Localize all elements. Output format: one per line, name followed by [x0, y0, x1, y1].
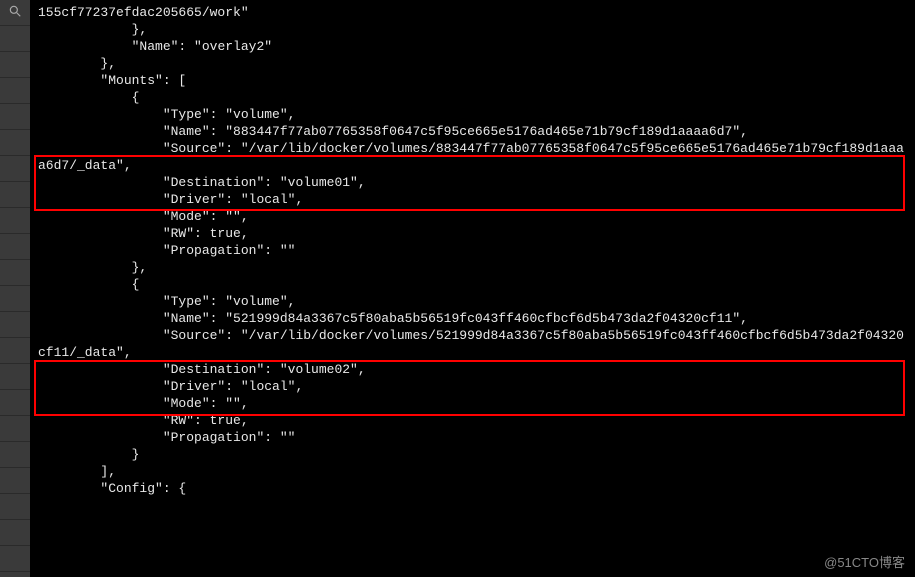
sidebar-slot-19[interactable] — [0, 494, 30, 520]
code-line: "Type": "volume", — [38, 294, 295, 309]
sidebar-slot-13[interactable] — [0, 338, 30, 364]
sidebar-slot-4[interactable] — [0, 104, 30, 130]
sidebar — [0, 0, 30, 577]
code-line: "Name": "overlay2" — [38, 39, 272, 54]
code-line: "Propagation": "" — [38, 430, 295, 445]
sidebar-slot-21[interactable] — [0, 546, 30, 572]
sidebar-slot-9[interactable] — [0, 234, 30, 260]
sidebar-slot-16[interactable] — [0, 416, 30, 442]
code-line: "Name": "883447f77ab07765358f0647c5f95ce… — [38, 124, 748, 139]
sidebar-slot-15[interactable] — [0, 390, 30, 416]
code-line: "Name": "521999d84a3367c5f80aba5b56519fc… — [38, 311, 748, 326]
search-icon — [8, 4, 22, 22]
code-line: "Driver": "local", — [38, 192, 303, 207]
sidebar-slot-1[interactable] — [0, 26, 30, 52]
watermark: @51CTO博客 — [824, 552, 905, 571]
code-line: }, — [38, 260, 147, 275]
code-line: "Propagation": "" — [38, 243, 295, 258]
code-line: "Config": { — [38, 481, 186, 496]
sidebar-slot-2[interactable] — [0, 52, 30, 78]
sidebar-slot-8[interactable] — [0, 208, 30, 234]
code-line: "Source": "/var/lib/docker/volumes/88344… — [38, 141, 904, 173]
sidebar-slot-12[interactable] — [0, 312, 30, 338]
code-line: ], — [38, 464, 116, 479]
code-line: } — [38, 447, 139, 462]
sidebar-slot-6[interactable] — [0, 156, 30, 182]
code-line: "RW": true, — [38, 226, 249, 241]
code-line: "Driver": "local", — [38, 379, 303, 394]
code-line: "Destination": "volume01", — [38, 175, 366, 190]
code-line: "Mode": "", — [38, 209, 249, 224]
sidebar-slot-3[interactable] — [0, 78, 30, 104]
code-line: "Mounts": [ — [38, 73, 186, 88]
code-line: 155cf77237efdac205665/work" — [38, 5, 249, 20]
code-line: }, — [38, 22, 147, 37]
code-line: "RW": true, — [38, 413, 249, 428]
code-line: "Mode": "", — [38, 396, 249, 411]
sidebar-slot-18[interactable] — [0, 468, 30, 494]
sidebar-slot-17[interactable] — [0, 442, 30, 468]
sidebar-slot-14[interactable] — [0, 364, 30, 390]
code-line: { — [38, 277, 139, 292]
sidebar-slot-7[interactable] — [0, 182, 30, 208]
sidebar-search[interactable] — [0, 0, 30, 26]
code-line: "Destination": "volume02", — [38, 362, 366, 377]
code-line: }, — [38, 56, 116, 71]
code-line: { — [38, 90, 139, 105]
code-line: "Source": "/var/lib/docker/volumes/52199… — [38, 328, 904, 360]
terminal-output[interactable]: 155cf77237efdac205665/work" }, "Name": "… — [30, 0, 915, 501]
sidebar-slot-20[interactable] — [0, 520, 30, 546]
sidebar-slot-10[interactable] — [0, 260, 30, 286]
sidebar-slot-11[interactable] — [0, 286, 30, 312]
code-line: "Type": "volume", — [38, 107, 295, 122]
sidebar-slot-5[interactable] — [0, 130, 30, 156]
